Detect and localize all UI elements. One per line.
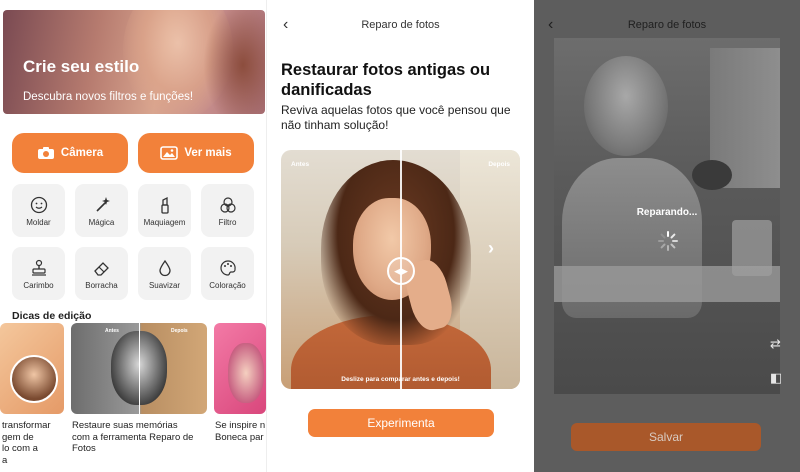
- tip-card-line: Restaure suas memórias: [72, 420, 178, 431]
- tip-card-1-image[interactable]: [0, 323, 64, 414]
- tool-label: Suavizar: [148, 281, 181, 290]
- face-smile-icon: [30, 196, 48, 214]
- tool-borracha[interactable]: Borracha: [75, 247, 128, 300]
- tool-suavizar[interactable]: Suavizar: [138, 247, 191, 300]
- tip-card-3-text[interactable]: Se inspire n Boneca par: [215, 420, 266, 443]
- avatar: [10, 355, 58, 403]
- tip-card-line: com a ferramenta Reparo de: [72, 431, 194, 443]
- compare-slider-handle[interactable]: ◀▶: [387, 257, 415, 285]
- gallery-icon: [160, 146, 179, 160]
- loading-spinner-icon: [658, 231, 678, 251]
- camera-icon: [37, 146, 55, 160]
- tip-card-line: transformar: [2, 420, 51, 431]
- tip-card-2-image[interactable]: Antes Depois: [71, 323, 207, 414]
- hero-banner[interactable]: Crie seu estilo Descubra novos filtros e…: [3, 10, 265, 114]
- nav-title: Reparo de fotos: [361, 19, 440, 31]
- tool-magica[interactable]: Mágica: [75, 184, 128, 237]
- photo-repair-intro-screen: ‹ Reparo de fotos Restaurar fotos antiga…: [266, 0, 534, 472]
- tip-card-line: gem de: [2, 431, 34, 443]
- try-button[interactable]: Experimenta: [308, 409, 494, 437]
- tip-card-3-image[interactable]: [214, 323, 266, 414]
- swap-icon[interactable]: ⇄: [770, 336, 781, 352]
- hero-hair: [203, 10, 265, 114]
- home-screen: Crie seu estilo Descubra novos filtros e…: [0, 0, 266, 472]
- baby-head: [584, 56, 668, 156]
- before-tag: Antes: [105, 328, 119, 334]
- see-more-button[interactable]: Ver mais: [138, 133, 254, 173]
- camera-label: Câmera: [60, 147, 104, 159]
- camera-button[interactable]: Câmera: [12, 133, 128, 173]
- filter-circles-icon: [219, 196, 237, 214]
- tip-card-line: Fotos: [72, 443, 96, 454]
- tool-moldar[interactable]: Moldar: [12, 184, 65, 237]
- tool-label: Moldar: [26, 218, 51, 227]
- feature-heading: Restaurar fotos antigas ou danificadas: [281, 61, 491, 99]
- compare-hint: Deslize para comparar antes e depois!: [341, 376, 460, 383]
- tip-card-line: a: [2, 454, 8, 466]
- chevron-right-icon: ›: [488, 238, 494, 258]
- tip-card-line: Boneca par: [215, 431, 264, 443]
- tool-label: Maquiagem: [143, 218, 186, 227]
- doll-figure: [228, 343, 264, 403]
- tip-card-2-text[interactable]: Restaure suas memórias com a ferramenta …: [72, 420, 212, 455]
- tool-maquiagem[interactable]: Maquiagem: [138, 184, 191, 237]
- feature-description: Reviva aquelas fotos que você pensou que…: [281, 103, 511, 132]
- after-tag: Depois: [171, 328, 188, 334]
- see-more-label: Ver mais: [184, 147, 232, 159]
- nav-title: Reparo de fotos: [627, 19, 707, 31]
- stamp-icon: [30, 259, 48, 277]
- before-after-preview[interactable]: ◀▶ › Antes Depois Deslize para comparar …: [281, 150, 520, 389]
- tool-label: Borracha: [85, 281, 118, 290]
- tool-carimbo[interactable]: Carimbo: [12, 247, 65, 300]
- tool-coloracao[interactable]: Coloração: [201, 247, 254, 300]
- tool-label: Coloração: [209, 281, 246, 290]
- tool-label: Mágica: [88, 218, 115, 227]
- tool-label: Filtro: [218, 218, 237, 227]
- glass-cup: [732, 220, 772, 276]
- tip-card-line: Se inspire n: [215, 420, 266, 431]
- before-tag: Antes: [291, 161, 310, 168]
- compare-divider: [139, 323, 140, 414]
- after-tag: Depois: [488, 161, 510, 168]
- tool-filtro[interactable]: Filtro: [201, 184, 254, 237]
- hero-title: Crie seu estilo: [23, 57, 140, 76]
- drop-icon: [156, 259, 174, 277]
- eraser-icon: [93, 259, 111, 277]
- tip-card-line: lo com a: [2, 443, 38, 454]
- tip-card-1-text[interactable]: transformar gem de lo com a a: [2, 420, 64, 466]
- hero-subtitle: Descubra novos filtros e funções!: [23, 91, 194, 103]
- compare-icon[interactable]: ◧: [770, 370, 782, 386]
- repairing-status: Reparando...: [636, 207, 698, 218]
- tips-title: Dicas de edição: [12, 310, 92, 322]
- lipstick-icon: [156, 196, 174, 214]
- palette-icon: [219, 259, 237, 277]
- bird-figure: [692, 160, 732, 190]
- magic-wand-icon: [93, 196, 111, 214]
- tool-label: Carimbo: [23, 281, 54, 290]
- photo-repairing-screen: ‹ Reparo de fotos Reparando... ⇄ ◧ Salva…: [534, 0, 800, 472]
- save-button[interactable]: Salvar: [571, 423, 761, 451]
